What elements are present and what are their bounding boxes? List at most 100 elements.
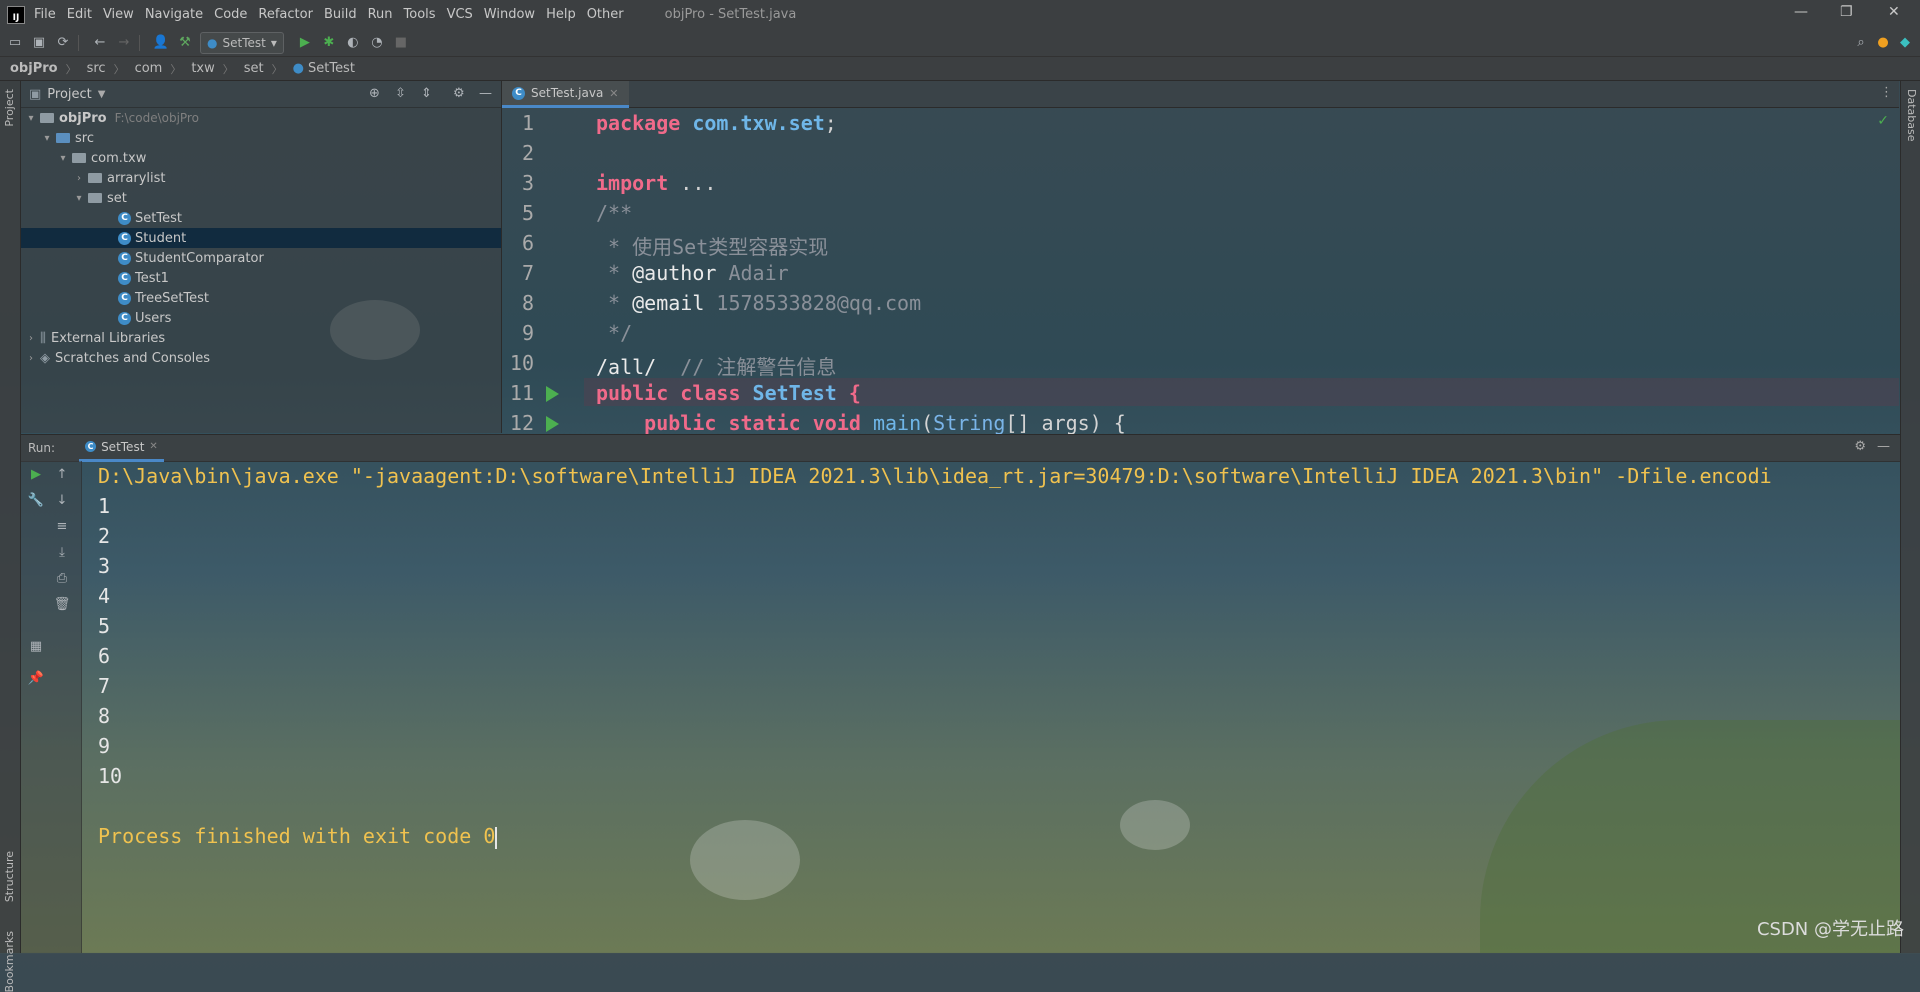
folder-icon <box>40 113 54 123</box>
search-icon[interactable]: ⌕ <box>1852 34 1870 52</box>
pin-icon[interactable]: 📌 <box>27 671 45 686</box>
menu-view[interactable]: View <box>103 7 134 22</box>
menu-other[interactable]: Other <box>587 7 624 22</box>
wrench-icon[interactable]: 🔧 <box>27 493 45 508</box>
forward-arrow-icon[interactable]: → <box>115 34 133 52</box>
breadcrumb-class[interactable]: SetTest <box>308 61 355 76</box>
console-command-line: D:\Java\bin\java.exe "-javaagent:D:\soft… <box>98 464 1772 488</box>
tree-item-student[interactable]: C Student <box>21 228 501 248</box>
collapse-all-icon[interactable]: ⇕ <box>421 86 432 101</box>
breadcrumb-set[interactable]: set <box>244 61 264 76</box>
close-tab-icon[interactable]: ✕ <box>149 441 157 452</box>
stop-icon[interactable]: ■ <box>392 34 410 52</box>
tree-item-package[interactable]: ▾ com.txw <box>21 148 501 168</box>
profile-icon[interactable]: ◔ <box>368 34 386 52</box>
tree-item-arrarylist[interactable]: › arrarylist <box>21 168 501 188</box>
menu-build[interactable]: Build <box>324 7 357 22</box>
build-hammer-icon[interactable]: ⚒ <box>176 34 194 52</box>
code-editor[interactable]: 1 2 3 5 6 7 8 9 10 11 12 package com.txw… <box>502 107 1899 435</box>
chevron-right-icon: 〉 <box>222 62 234 76</box>
database-tool-tab[interactable]: Database <box>1905 89 1918 142</box>
menu-run[interactable]: Run <box>368 7 393 22</box>
hide-panel-icon[interactable]: — <box>479 86 492 101</box>
soft-wrap-icon[interactable]: ≡ <box>53 519 71 534</box>
class-icon: C <box>118 251 131 265</box>
breadcrumb-src[interactable]: src <box>87 61 106 76</box>
back-arrow-icon[interactable]: ← <box>91 34 109 52</box>
run-icon[interactable]: ▶ <box>296 34 314 52</box>
expand-all-icon[interactable]: ⇳ <box>395 86 406 101</box>
watermark: CSDN @学无止路 <box>1756 919 1904 940</box>
tree-item-set[interactable]: ▾ set <box>21 188 501 208</box>
run-configuration-select[interactable]: ● SetTest ▾ <box>200 31 284 54</box>
tree-item-settest[interactable]: C SetTest <box>21 208 501 228</box>
menu-code[interactable]: Code <box>214 7 247 22</box>
menu-help[interactable]: Help <box>546 7 576 22</box>
scratches-icon: ◈ <box>40 350 50 366</box>
restore-icon[interactable]: ❐ <box>1840 4 1853 20</box>
console-output-line: 3 <box>98 554 111 578</box>
user-menu-icon[interactable]: 👤 <box>152 34 170 52</box>
open-folder-icon[interactable]: ▭ <box>6 34 24 52</box>
breadcrumb-txw[interactable]: txw <box>191 61 214 76</box>
locate-icon[interactable]: ⊕ <box>369 86 380 101</box>
menu-vcs[interactable]: VCS <box>447 7 473 22</box>
save-all-icon[interactable]: ▣ <box>30 34 48 52</box>
debug-icon[interactable]: ✱ <box>320 34 338 52</box>
menu-window[interactable]: Window <box>484 7 535 22</box>
tree-item-label: src <box>75 130 94 146</box>
tree-item-test1[interactable]: C Test1 <box>21 268 501 288</box>
minimize-icon[interactable]: — <box>1794 4 1808 20</box>
tree-item-scratches[interactable]: › ◈ Scratches and Consoles <box>21 348 501 368</box>
breadcrumb: objPro 〉 src 〉 com 〉 txw 〉 set 〉 ● SetTest <box>0 57 1920 81</box>
package-icon <box>72 153 86 163</box>
tree-item-treesettest[interactable]: C TreeSetTest <box>21 288 501 308</box>
run-tab-settest[interactable]: C SetTest ✕ <box>79 435 164 462</box>
coverage-icon[interactable]: ◐ <box>344 34 362 52</box>
gear-icon[interactable]: ⚙ <box>453 86 465 101</box>
update-icon[interactable]: ● <box>1874 34 1892 52</box>
chevron-down-icon[interactable]: ▼ <box>98 89 106 100</box>
tree-item-external-libraries[interactable]: › ⫼ External Libraries <box>21 328 501 348</box>
bookmarks-tool-tab[interactable]: Bookmarks <box>3 931 16 992</box>
print-icon[interactable]: ⎙ <box>53 571 71 586</box>
run-toolbar: ▶ 🔧 ↑ ↓ ≡ ⤓ ⎙ 🗑 ▦ 📌 <box>21 461 82 953</box>
class-icon: ● <box>292 61 304 76</box>
menu-file[interactable]: File <box>34 7 56 22</box>
tree-item-studentcomparator[interactable]: C StudentComparator <box>21 248 501 268</box>
sync-icon[interactable]: ⟳ <box>54 34 72 52</box>
menu-bar: IJ File Edit View Navigate Code Refactor… <box>0 0 1920 29</box>
tree-item-label: set <box>107 190 127 206</box>
scroll-to-end-icon[interactable]: ⤓ <box>53 545 71 560</box>
tree-item-root[interactable]: ▾ objPro F:\code\objPro <box>21 108 501 128</box>
menu-navigate[interactable]: Navigate <box>145 7 203 22</box>
more-tabs-icon[interactable]: ⋮ <box>1880 85 1893 100</box>
project-panel-title[interactable]: Project <box>47 87 91 102</box>
up-arrow-icon[interactable]: ↑ <box>53 467 71 482</box>
console-output[interactable]: D:\Java\bin\java.exe "-javaagent:D:\soft… <box>98 461 1898 953</box>
gear-icon[interactable]: ⚙ <box>1854 439 1866 454</box>
rerun-icon[interactable]: ▶ <box>27 467 45 482</box>
down-arrow-icon[interactable]: ↓ <box>53 493 71 508</box>
hide-panel-icon[interactable]: — <box>1877 439 1890 454</box>
tree-item-users[interactable]: C Users <box>21 308 501 328</box>
menu-edit[interactable]: Edit <box>67 7 92 22</box>
ide-services-icon[interactable]: ◆ <box>1896 34 1914 52</box>
console-output-line: 5 <box>98 614 111 638</box>
breadcrumb-com[interactable]: com <box>135 61 163 76</box>
layout-icon[interactable]: ▦ <box>27 639 45 654</box>
line-number: 10 <box>509 351 534 375</box>
trash-icon[interactable]: 🗑 <box>53 597 71 612</box>
run-gutter-icon[interactable] <box>546 416 559 432</box>
code-line-9: */ <box>596 321 633 345</box>
run-gutter-icon[interactable] <box>546 386 559 402</box>
close-tab-icon[interactable]: ✕ <box>609 87 618 100</box>
breadcrumb-project[interactable]: objPro <box>10 61 58 76</box>
structure-tool-tab[interactable]: Structure <box>3 851 16 902</box>
project-tool-tab[interactable]: Project <box>3 89 16 127</box>
tree-item-src[interactable]: ▾ src <box>21 128 501 148</box>
menu-refactor[interactable]: Refactor <box>258 7 313 22</box>
menu-tools[interactable]: Tools <box>404 7 436 22</box>
editor-tab-settest[interactable]: C SetTest.java ✕ <box>502 81 629 108</box>
close-window-icon[interactable]: ✕ <box>1888 4 1900 20</box>
